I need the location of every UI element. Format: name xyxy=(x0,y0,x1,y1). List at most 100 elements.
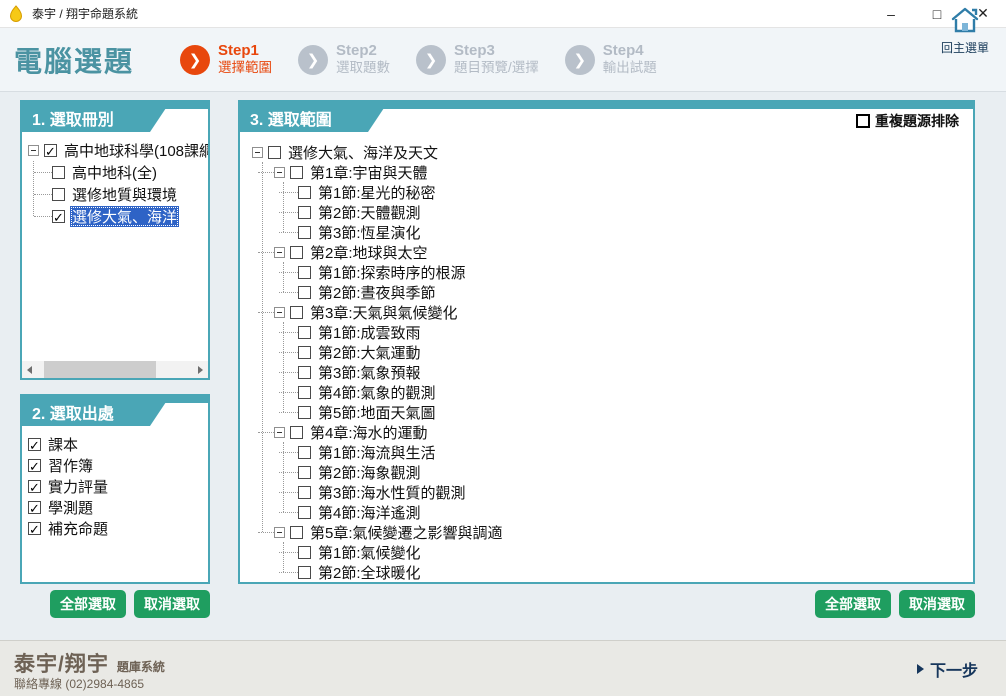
tree-item-label[interactable]: 第2節:大氣運動 xyxy=(316,342,423,362)
tree-item-label[interactable]: 第3節:海水性質的觀測 xyxy=(316,482,468,502)
page-header: 電腦選題 ❯Step1選擇範圍❯Step2選取題數❯Step3題目預覽/選擇❯S… xyxy=(0,28,1006,92)
checkbox[interactable] xyxy=(28,522,41,535)
source-label[interactable]: 學測題 xyxy=(46,497,95,518)
checkbox[interactable] xyxy=(298,446,311,459)
step-3[interactable]: ❯Step3題目預覽/選擇 xyxy=(416,42,539,76)
checkbox[interactable] xyxy=(290,306,303,319)
checkbox[interactable] xyxy=(28,438,41,451)
tree-row: 第1節:氣候變化 xyxy=(278,542,973,562)
checkbox[interactable] xyxy=(28,501,41,514)
checkbox[interactable] xyxy=(298,346,311,359)
tree-item-label[interactable]: 第3節:恆星演化 xyxy=(316,222,423,242)
checkbox[interactable] xyxy=(290,426,303,439)
tree-item-label[interactable]: 高中地科(全) xyxy=(70,162,159,183)
source-label[interactable]: 課本 xyxy=(46,434,80,455)
checkbox[interactable] xyxy=(298,286,311,299)
checkbox[interactable] xyxy=(298,206,311,219)
tree-item-label[interactable]: 第5章:氣候變遷之影響與調適 xyxy=(308,522,505,542)
source-label[interactable]: 補充命題 xyxy=(46,518,110,539)
source-label[interactable]: 習作簿 xyxy=(46,455,95,476)
books-deselect-button[interactable]: 取消選取 xyxy=(134,590,210,618)
tree-item-label[interactable]: 第1章:宇宙與天體 xyxy=(308,162,430,182)
brand-suffix: 題庫系統 xyxy=(117,658,165,675)
tree-item-label[interactable]: 高中地球科學(108課綱) xyxy=(62,140,208,161)
tree-item-label[interactable]: 選修大氣、海洋及天文 xyxy=(286,142,440,162)
tree-item-label[interactable]: 第4章:海水的運動 xyxy=(308,422,430,442)
tree-item-label[interactable]: 第4節:氣象的觀測 xyxy=(316,382,438,402)
tree-item-label[interactable]: 第4節:海洋遙測 xyxy=(316,502,423,522)
scope-deselect-button[interactable]: 取消選取 xyxy=(899,590,975,618)
tree-item-label[interactable]: 第2節:全球暖化 xyxy=(316,562,423,582)
minimize-button[interactable]: – xyxy=(868,0,914,27)
tree-item-label[interactable]: 第3章:天氣與氣候變化 xyxy=(308,302,460,322)
checkbox[interactable] xyxy=(290,246,303,259)
checkbox[interactable] xyxy=(298,406,311,419)
tree-item-label[interactable]: 第1節:星光的秘密 xyxy=(316,182,438,202)
checkbox[interactable] xyxy=(290,526,303,539)
tree-item-label[interactable]: 第1節:海流與生活 xyxy=(316,442,438,462)
tree-row: 第3節:氣象預報 xyxy=(278,362,973,382)
checkbox[interactable] xyxy=(28,480,41,493)
checkbox[interactable] xyxy=(298,486,311,499)
tree-item-label[interactable]: 第1節:成雲致雨 xyxy=(316,322,423,342)
checkbox[interactable] xyxy=(298,226,311,239)
checkbox[interactable] xyxy=(52,188,65,201)
checkbox[interactable] xyxy=(28,459,41,472)
home-button[interactable]: 回主選單 xyxy=(934,6,996,56)
tree-item-label[interactable]: 選修地質與環境 xyxy=(70,184,179,205)
checkbox[interactable] xyxy=(268,146,281,159)
tree-item-label[interactable]: 第1節:氣候變化 xyxy=(316,542,423,562)
books-select-all-button[interactable]: 全部選取 xyxy=(50,590,126,618)
step-2[interactable]: ❯Step2選取題數 xyxy=(298,42,390,76)
chapter-block: 第3章:天氣與氣候變化第1節:成雲致雨第2節:大氣運動第3節:氣象預報第4節:氣… xyxy=(257,302,973,422)
step-1[interactable]: ❯Step1選擇範圍 xyxy=(180,42,272,76)
tree-expander[interactable] xyxy=(274,527,285,538)
checkbox[interactable] xyxy=(298,546,311,559)
tree-item-label[interactable]: 第2節:晝夜與季節 xyxy=(316,282,438,302)
tree-item-label[interactable]: 第5節:地面天氣圖 xyxy=(316,402,438,422)
tree-expander[interactable] xyxy=(252,147,263,158)
contact-phone: 聯絡專線 (02)2984-4865 xyxy=(14,675,144,692)
tree-item-label[interactable]: 選修大氣、海洋 xyxy=(70,206,179,227)
dedupe-checkbox-row[interactable]: 重複題源排除 xyxy=(856,111,959,131)
tree-item-label[interactable]: 第2節:天體觀測 xyxy=(316,202,423,222)
scope-select-all-button[interactable]: 全部選取 xyxy=(815,590,891,618)
sources-list: 課本習作簿實力評量學測題補充命題 xyxy=(22,426,208,539)
tree-item-label[interactable]: 第2節:海象觀測 xyxy=(316,462,423,482)
checkbox[interactable] xyxy=(298,466,311,479)
checkbox[interactable] xyxy=(298,186,311,199)
checkbox[interactable] xyxy=(52,210,65,223)
books-horizontal-scrollbar[interactable] xyxy=(22,361,208,378)
checkbox[interactable] xyxy=(298,326,311,339)
tree-row: 高中地科(全) xyxy=(28,161,208,183)
tree-row: 第2節:海象觀測 xyxy=(278,462,973,482)
checkbox[interactable] xyxy=(44,144,57,157)
scrollbar-thumb[interactable] xyxy=(44,361,156,378)
dedupe-checkbox[interactable] xyxy=(856,114,870,128)
tree-expander[interactable] xyxy=(274,247,285,258)
tree-row: 第1節:成雲致雨 xyxy=(278,322,973,342)
tree-expander[interactable] xyxy=(28,145,39,156)
footer: 泰宇/翔宇 題庫系統 聯絡專線 (02)2984-4865 下一步 xyxy=(0,640,1006,696)
checkbox[interactable] xyxy=(298,506,311,519)
checkbox[interactable] xyxy=(298,366,311,379)
tree-item-label[interactable]: 第3節:氣象預報 xyxy=(316,362,423,382)
checkbox[interactable] xyxy=(290,166,303,179)
source-label[interactable]: 實力評量 xyxy=(46,476,110,497)
tree-item-label[interactable]: 第1節:探索時序的根源 xyxy=(316,262,468,282)
checkbox[interactable] xyxy=(298,566,311,579)
step-4[interactable]: ❯Step4輸出試題 xyxy=(565,42,657,76)
scroll-left-icon[interactable] xyxy=(22,361,39,378)
tree-expander[interactable] xyxy=(274,307,285,318)
tree-row: 第2節:晝夜與季節 xyxy=(278,282,973,302)
panel-scope-title: 3. 選取範圍 xyxy=(240,102,388,132)
checkbox[interactable] xyxy=(298,386,311,399)
scroll-right-icon[interactable] xyxy=(191,361,208,378)
tree-row: 第2節:全球暖化 xyxy=(278,562,973,582)
next-step-button[interactable]: 下一步 xyxy=(917,657,978,681)
tree-expander[interactable] xyxy=(274,167,285,178)
checkbox[interactable] xyxy=(52,166,65,179)
checkbox[interactable] xyxy=(298,266,311,279)
tree-item-label[interactable]: 第2章:地球與太空 xyxy=(308,242,430,262)
tree-expander[interactable] xyxy=(274,427,285,438)
